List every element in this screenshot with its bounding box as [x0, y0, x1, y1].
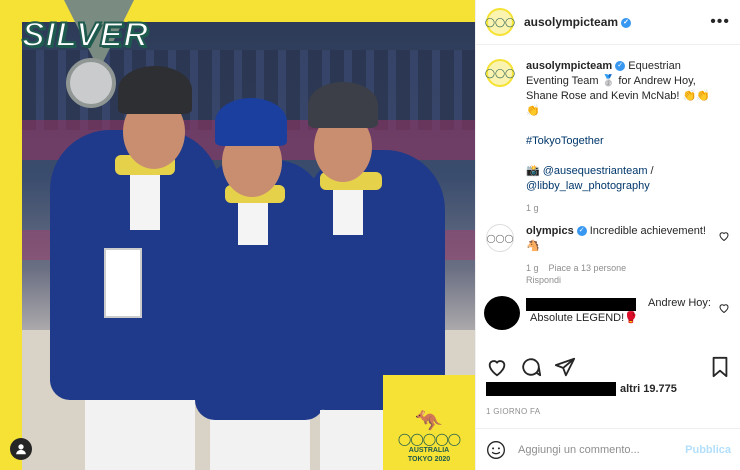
- comment-username[interactable]: olympics: [526, 225, 574, 237]
- rider-left-helmet: [118, 66, 192, 114]
- emoji-icon[interactable]: [486, 440, 506, 460]
- verified-icon: ✓: [615, 61, 626, 72]
- comment: Andrew Hoy: Absolute LEGEND!🥊: [484, 296, 730, 330]
- post-actions: [476, 352, 740, 382]
- redacted-username: [526, 298, 636, 311]
- comment-text: Absolute LEGEND!🥊: [530, 312, 638, 324]
- bookmark-icon[interactable]: [709, 356, 731, 378]
- medal-label: SILVER: [21, 15, 149, 55]
- post-photo[interactable]: SILVER 🦘 ◯◯◯◯◯ AUSTRALIA TOKYO 2020: [0, 0, 475, 470]
- comment-input[interactable]: Aggiungi un commento...: [518, 444, 685, 456]
- caption-hashtag[interactable]: #TokyoTogether: [526, 135, 604, 147]
- likes-text: altri 19.775: [620, 383, 677, 395]
- olympic-rings-icon: ◯◯◯◯◯: [397, 432, 461, 446]
- like-icon[interactable]: [486, 356, 508, 378]
- account-username[interactable]: ausolympicteam ✓: [524, 15, 632, 29]
- comments-list: ◯◯◯ ausolympicteam ✓ Equestrian Eventing …: [476, 45, 740, 350]
- rider-left-pants: [85, 400, 195, 470]
- caption-username[interactable]: ausolympicteam: [526, 60, 612, 72]
- logo-event: TOKYO 2020: [407, 456, 451, 463]
- post-header: ◯◯◯ ausolympicteam ✓ •••: [476, 0, 740, 45]
- comment-time: 1 g: [526, 263, 539, 273]
- share-icon[interactable]: [554, 356, 576, 378]
- account-username-text[interactable]: ausolympicteam: [524, 15, 618, 29]
- tagged-users-icon[interactable]: [10, 438, 32, 460]
- like-comment-icon[interactable]: [718, 302, 730, 314]
- reply-link[interactable]: Rispondi: [526, 275, 561, 285]
- publish-button[interactable]: Pubblica: [685, 444, 731, 456]
- camera-icon: 📸: [526, 165, 543, 177]
- redacted-avatar[interactable]: [484, 296, 520, 330]
- caption-credit-2[interactable]: @libby_law_photography: [526, 180, 650, 192]
- add-comment-bar: Aggiungi un commento... Pubblica: [476, 428, 740, 470]
- rider-left-shirt: [130, 170, 160, 230]
- comment-body: olympics ✓ Incredible achievement! 🐴 1 g …: [526, 224, 716, 286]
- comment: ◯◯◯ olympics ✓ Incredible achievement! 🐴 …: [486, 224, 730, 286]
- like-comment-icon[interactable]: [718, 230, 730, 242]
- redacted-likers: [486, 382, 616, 396]
- verified-icon: ✓: [621, 17, 632, 28]
- caption: ◯◯◯ ausolympicteam ✓ Equestrian Eventing …: [485, 59, 730, 214]
- comment-likes[interactable]: Piace a 13 persone: [549, 263, 627, 273]
- caption-credit-separator: /: [647, 165, 654, 177]
- verified-icon: ✓: [576, 226, 587, 237]
- post-date: 1 GIORNO FA: [486, 407, 541, 416]
- likes-count[interactable]: altri 19.775: [486, 382, 730, 398]
- instagram-post: SILVER 🦘 ◯◯◯◯◯ AUSTRALIA TOKYO 2020 ◯◯◯ …: [0, 0, 740, 470]
- caption-credit-1[interactable]: @ausequestrianteam: [543, 165, 648, 177]
- rider-right-helmet: [308, 82, 378, 128]
- more-options-icon[interactable]: •••: [710, 13, 730, 31]
- kangaroo-emu-icon: 🦘: [415, 408, 443, 433]
- aus-olympic-logo: 🦘 ◯◯◯◯◯ AUSTRALIA TOKYO 2020: [383, 375, 475, 470]
- silver-medal-icon: [66, 58, 116, 108]
- caption-time: 1 g: [526, 203, 539, 213]
- caption-avatar[interactable]: ◯◯◯: [485, 59, 515, 87]
- caption-body: ausolympicteam ✓ Equestrian Eventing Team…: [526, 59, 716, 214]
- logo-country: AUSTRALIA: [408, 447, 450, 454]
- post-sidebar: ◯◯◯ ausolympicteam ✓ ••• ◯◯◯ ausolympicte…: [475, 0, 740, 470]
- olympics-avatar[interactable]: ◯◯◯: [486, 224, 514, 252]
- accreditation-badge: [104, 248, 142, 318]
- comment-icon[interactable]: [520, 356, 542, 378]
- comment-meta: 1 g Piace a 13 persone Rispondi: [526, 262, 716, 286]
- rider-middle-helmet: [215, 98, 287, 146]
- account-avatar[interactable]: ◯◯◯: [485, 8, 515, 36]
